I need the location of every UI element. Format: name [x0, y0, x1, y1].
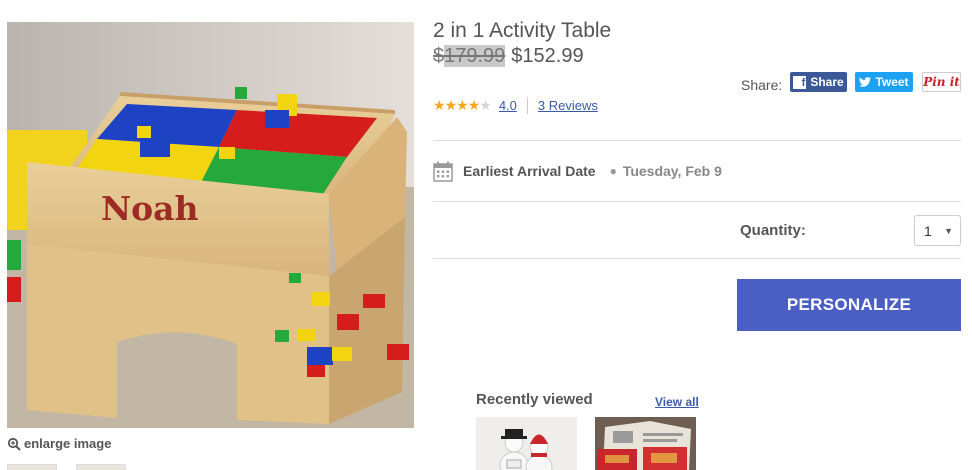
recently-viewed-item[interactable]	[476, 417, 577, 470]
arrival-label: Earliest Arrival Date	[463, 163, 596, 179]
enlarge-image-link[interactable]: enlarge image	[7, 436, 111, 451]
star-icon: ★	[433, 96, 446, 113]
snowman-product-thumbnail	[476, 417, 577, 470]
personalize-button[interactable]: PERSONALIZE	[737, 279, 961, 331]
facebook-share-label: Share	[810, 75, 844, 89]
product-photo: Noah	[7, 22, 414, 428]
personalized-name: Noah	[101, 189, 199, 228]
recently-viewed-item[interactable]	[595, 417, 696, 470]
calendar-icon	[433, 161, 453, 182]
recently-viewed-title: Recently viewed	[476, 391, 593, 408]
quantity-value: 1	[924, 222, 932, 239]
arrival-date: Tuesday, Feb 9	[622, 163, 722, 179]
star-empty-icon: ★	[479, 96, 492, 113]
star-icon: ★	[444, 96, 458, 113]
pinterest-pin-label: Pin it	[923, 75, 960, 89]
twitter-tweet-label: Tweet	[875, 75, 909, 89]
divider	[433, 140, 961, 141]
twitter-tweet-button[interactable]: Tweet	[855, 72, 913, 92]
image-thumbnail[interactable]	[76, 464, 126, 470]
product-image[interactable]: Noah	[7, 22, 414, 428]
star-icon: ★	[467, 96, 481, 113]
view-all-link[interactable]: View all	[655, 395, 699, 409]
rating-value-link[interactable]: 4.0	[499, 98, 517, 113]
pinterest-pin-button[interactable]: Pin it	[922, 72, 961, 92]
enlarge-image-label: enlarge image	[24, 436, 112, 451]
price-row: $179.99 $152.99	[433, 45, 584, 68]
facebook-share-button[interactable]: f Share	[790, 72, 847, 92]
original-price: $179.99	[433, 45, 506, 68]
divider	[433, 258, 961, 259]
rating-divider	[526, 96, 528, 114]
star-rating: ★ ★ ★ ★ ★	[433, 96, 492, 114]
bullet-separator: ●	[609, 164, 617, 178]
zoom-icon	[7, 437, 21, 451]
quantity-select[interactable]: 1 ▼	[914, 215, 961, 246]
original-price-amount: 179.99	[444, 45, 506, 67]
quantity-label: Quantity:	[740, 222, 806, 239]
divider	[433, 201, 961, 202]
facebook-icon: f	[793, 75, 807, 89]
original-price-currency: $	[433, 45, 445, 67]
dropdown-arrow-icon: ▼	[944, 225, 953, 236]
rating-row: ★ ★ ★ ★ ★ 4.0 3 Reviews	[433, 96, 598, 114]
share-label: Share:	[741, 77, 783, 93]
reviews-link[interactable]: 3 Reviews	[538, 98, 598, 113]
arrival-date-row: Earliest Arrival Date ● Tuesday, Feb 9	[433, 160, 722, 182]
book-product-thumbnail	[595, 417, 696, 470]
sale-price: $152.99	[511, 45, 584, 67]
star-icon: ★	[456, 96, 469, 113]
image-thumbnail[interactable]	[7, 464, 57, 470]
twitter-bird-icon	[859, 77, 872, 87]
product-title: 2 in 1 Activity Table	[433, 19, 612, 42]
